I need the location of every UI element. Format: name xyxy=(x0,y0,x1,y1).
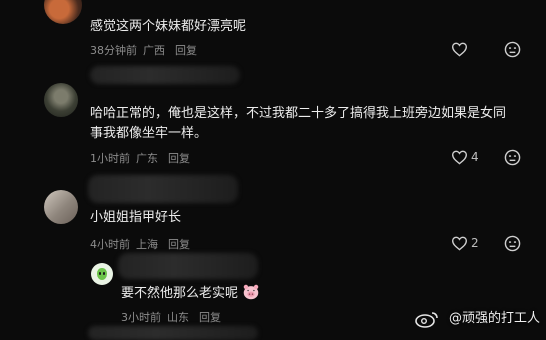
avatar[interactable] xyxy=(44,190,78,224)
comment-meta: 4小时前 上海 回复 xyxy=(90,236,190,252)
comment-location: 上海 xyxy=(136,238,158,251)
comment-location: 广东 xyxy=(136,152,158,165)
watermark: @顽强的打工人 xyxy=(448,311,540,326)
redacted-username xyxy=(90,66,240,84)
dislike-face-icon[interactable] xyxy=(504,41,521,58)
comment-time: 4小时前 xyxy=(90,238,130,251)
reply-button[interactable]: 回复 xyxy=(168,238,190,251)
avatar-eye xyxy=(103,272,105,275)
pig-face-emoji xyxy=(243,284,259,300)
weibo-logo-icon xyxy=(415,312,438,328)
comment-location: 山东 xyxy=(167,311,189,324)
redacted-username xyxy=(88,175,238,203)
avatar[interactable] xyxy=(44,0,82,24)
comment-meta: 3小时前 山东 回复 xyxy=(121,309,221,325)
heart-icon[interactable] xyxy=(451,42,468,57)
comment-time: 1小时前 xyxy=(90,152,130,165)
avatar[interactable] xyxy=(44,83,78,117)
reply-button[interactable]: 回复 xyxy=(168,152,190,165)
comment-text: 感觉这两个妹妹都好漂亮呢 xyxy=(90,19,247,34)
dislike-face-icon[interactable] xyxy=(504,149,521,166)
comment-time: 38分钟前 xyxy=(90,44,137,57)
avatar-eye xyxy=(99,272,101,275)
reply-button[interactable]: 回复 xyxy=(199,311,221,324)
reply-button[interactable]: 回复 xyxy=(175,44,197,57)
avatar[interactable] xyxy=(91,263,113,285)
dislike-face-icon[interactable] xyxy=(504,235,521,252)
heart-icon[interactable] xyxy=(451,150,468,165)
redacted-username xyxy=(88,326,258,340)
redacted-username xyxy=(118,253,258,279)
comment-text-line2: 事我都像坐牢一样。 xyxy=(90,126,208,141)
like-count: 4 xyxy=(471,150,479,164)
like-count: 2 xyxy=(471,236,479,250)
comment-text: 要不然他那么老实呢 xyxy=(121,284,260,304)
comment-meta: 1小时前 广东 回复 xyxy=(90,150,190,166)
comment-time: 3小时前 xyxy=(121,311,161,324)
heart-icon[interactable] xyxy=(451,236,468,251)
comment-text: 小姐姐指甲好长 xyxy=(90,210,182,225)
comment-text-content: 要不然他那么老实呢 xyxy=(121,286,239,301)
comment-text-line1: 哈哈正常的，俺也是这样，不过我都二十多了搞得我上班旁边如果是女同 xyxy=(90,106,507,121)
comment-meta: 38分钟前 广西 回复 xyxy=(90,42,197,58)
comment-location: 广西 xyxy=(143,44,165,57)
